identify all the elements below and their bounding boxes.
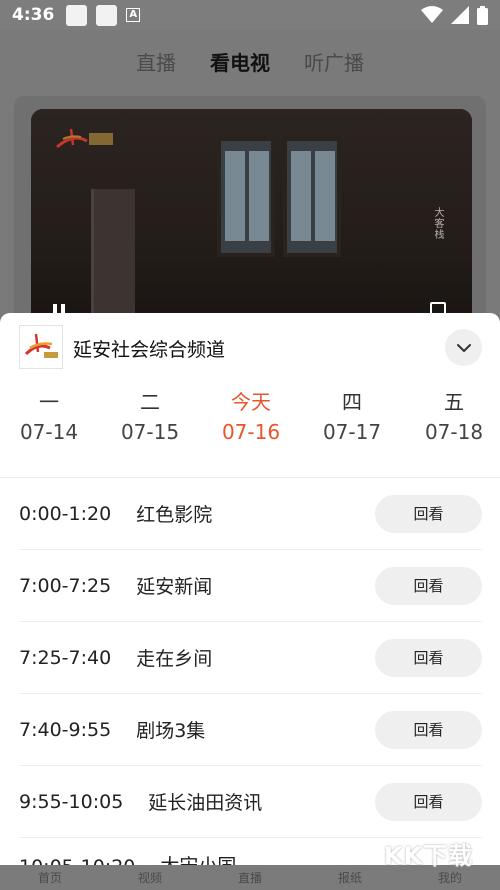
day-name: 四 [342,390,362,414]
program-title: 剧场3集 [136,720,206,742]
day-name: 二 [140,390,160,414]
program-row: 0:00-1:20 红色影院 回看 [19,478,482,550]
notification-icon [66,4,88,26]
tab-tv[interactable]: 看电视 [210,47,270,76]
tab-live[interactable]: 直播 [136,47,176,76]
nav-video[interactable]: 视频 [138,869,162,886]
nav-me[interactable]: 我的 [438,869,462,886]
video-watermark: 大客栈 [432,207,443,240]
status-time: 4:36 [12,5,55,25]
program-guide-sheet: 延安社会综合频道 一 07-14 二 07-15 今天 07-16 四 07-1… [0,313,500,868]
nav-newspaper[interactable]: 报纸 [338,869,362,886]
program-time: 0:00-1:20 [19,502,112,525]
channel-logo-icon [56,128,113,149]
day-selector: 一 07-14 二 07-15 今天 07-16 四 07-17 五 07-18 [0,381,500,477]
tab-radio[interactable]: 听广播 [304,47,364,76]
day-tab-fri[interactable]: 五 07-18 [404,387,500,447]
chevron-down-icon [456,343,471,352]
day-tab-tue[interactable]: 二 07-15 [100,387,200,447]
program-row: 9:55-10:05 延长油田资讯 回看 [19,766,482,838]
replay-button[interactable]: 回看 [375,495,482,533]
channel-header: 延安社会综合频道 [0,313,500,381]
battery-icon [477,5,488,25]
signal-icon [451,6,469,24]
program-title: 走在乡间 [136,648,213,670]
a-badge-icon: A [126,8,141,22]
nav-live[interactable]: 直播 [238,869,262,886]
replay-button[interactable]: 回看 [375,639,482,677]
top-tab-bar: 直播 看电视 听广播 [0,30,500,92]
day-tab-thu[interactable]: 四 07-17 [302,387,402,447]
day-name: 一 [39,390,59,414]
day-tab-mon[interactable]: 一 07-14 [0,387,99,447]
day-date: 07-18 [424,420,484,444]
channel-logo [19,325,63,369]
day-date: 07-16 [221,420,281,444]
video-player[interactable]: 大客栈 [31,109,472,324]
program-time: 9:55-10:05 [19,790,124,813]
day-date: 07-14 [19,420,79,444]
program-title: 延安新闻 [136,576,213,598]
program-title: 红色影院 [136,504,213,526]
program-title: 延长油田资讯 [148,792,263,814]
program-time: 7:25-7:40 [19,646,112,669]
day-date: 07-17 [322,420,382,444]
nav-home[interactable]: 首页 [38,869,62,886]
video-window [283,137,341,257]
channel-name: 延安社会综合频道 [73,339,226,361]
day-name: 五 [444,390,464,414]
program-time: 7:40-9:55 [19,718,112,741]
notification-icon [96,4,118,26]
channel-logo-icon [24,333,58,358]
collapse-button[interactable] [445,329,482,366]
replay-button[interactable]: 回看 [375,567,482,605]
program-row: 7:40-9:55 剧场3集 回看 [19,694,482,766]
video-shelf [91,189,135,324]
video-window [217,137,275,257]
wifi-icon [421,6,443,23]
program-time: 7:00-7:25 [19,574,112,597]
program-list: 0:00-1:20 红色影院 回看 7:00-7:25 延安新闻 回看 7:25… [19,478,482,868]
program-row: 7:00-7:25 延安新闻 回看 [19,550,482,622]
replay-button[interactable]: 回看 [375,783,482,821]
status-bar: 4:36 A [0,0,500,30]
program-row: 7:25-7:40 走在乡间 回看 [19,622,482,694]
site-watermark: KK下载 [384,842,474,870]
day-tab-today[interactable]: 今天 07-16 [201,387,301,447]
replay-button[interactable]: 回看 [375,711,482,749]
day-name: 今天 [231,390,271,414]
day-date: 07-15 [120,420,180,444]
